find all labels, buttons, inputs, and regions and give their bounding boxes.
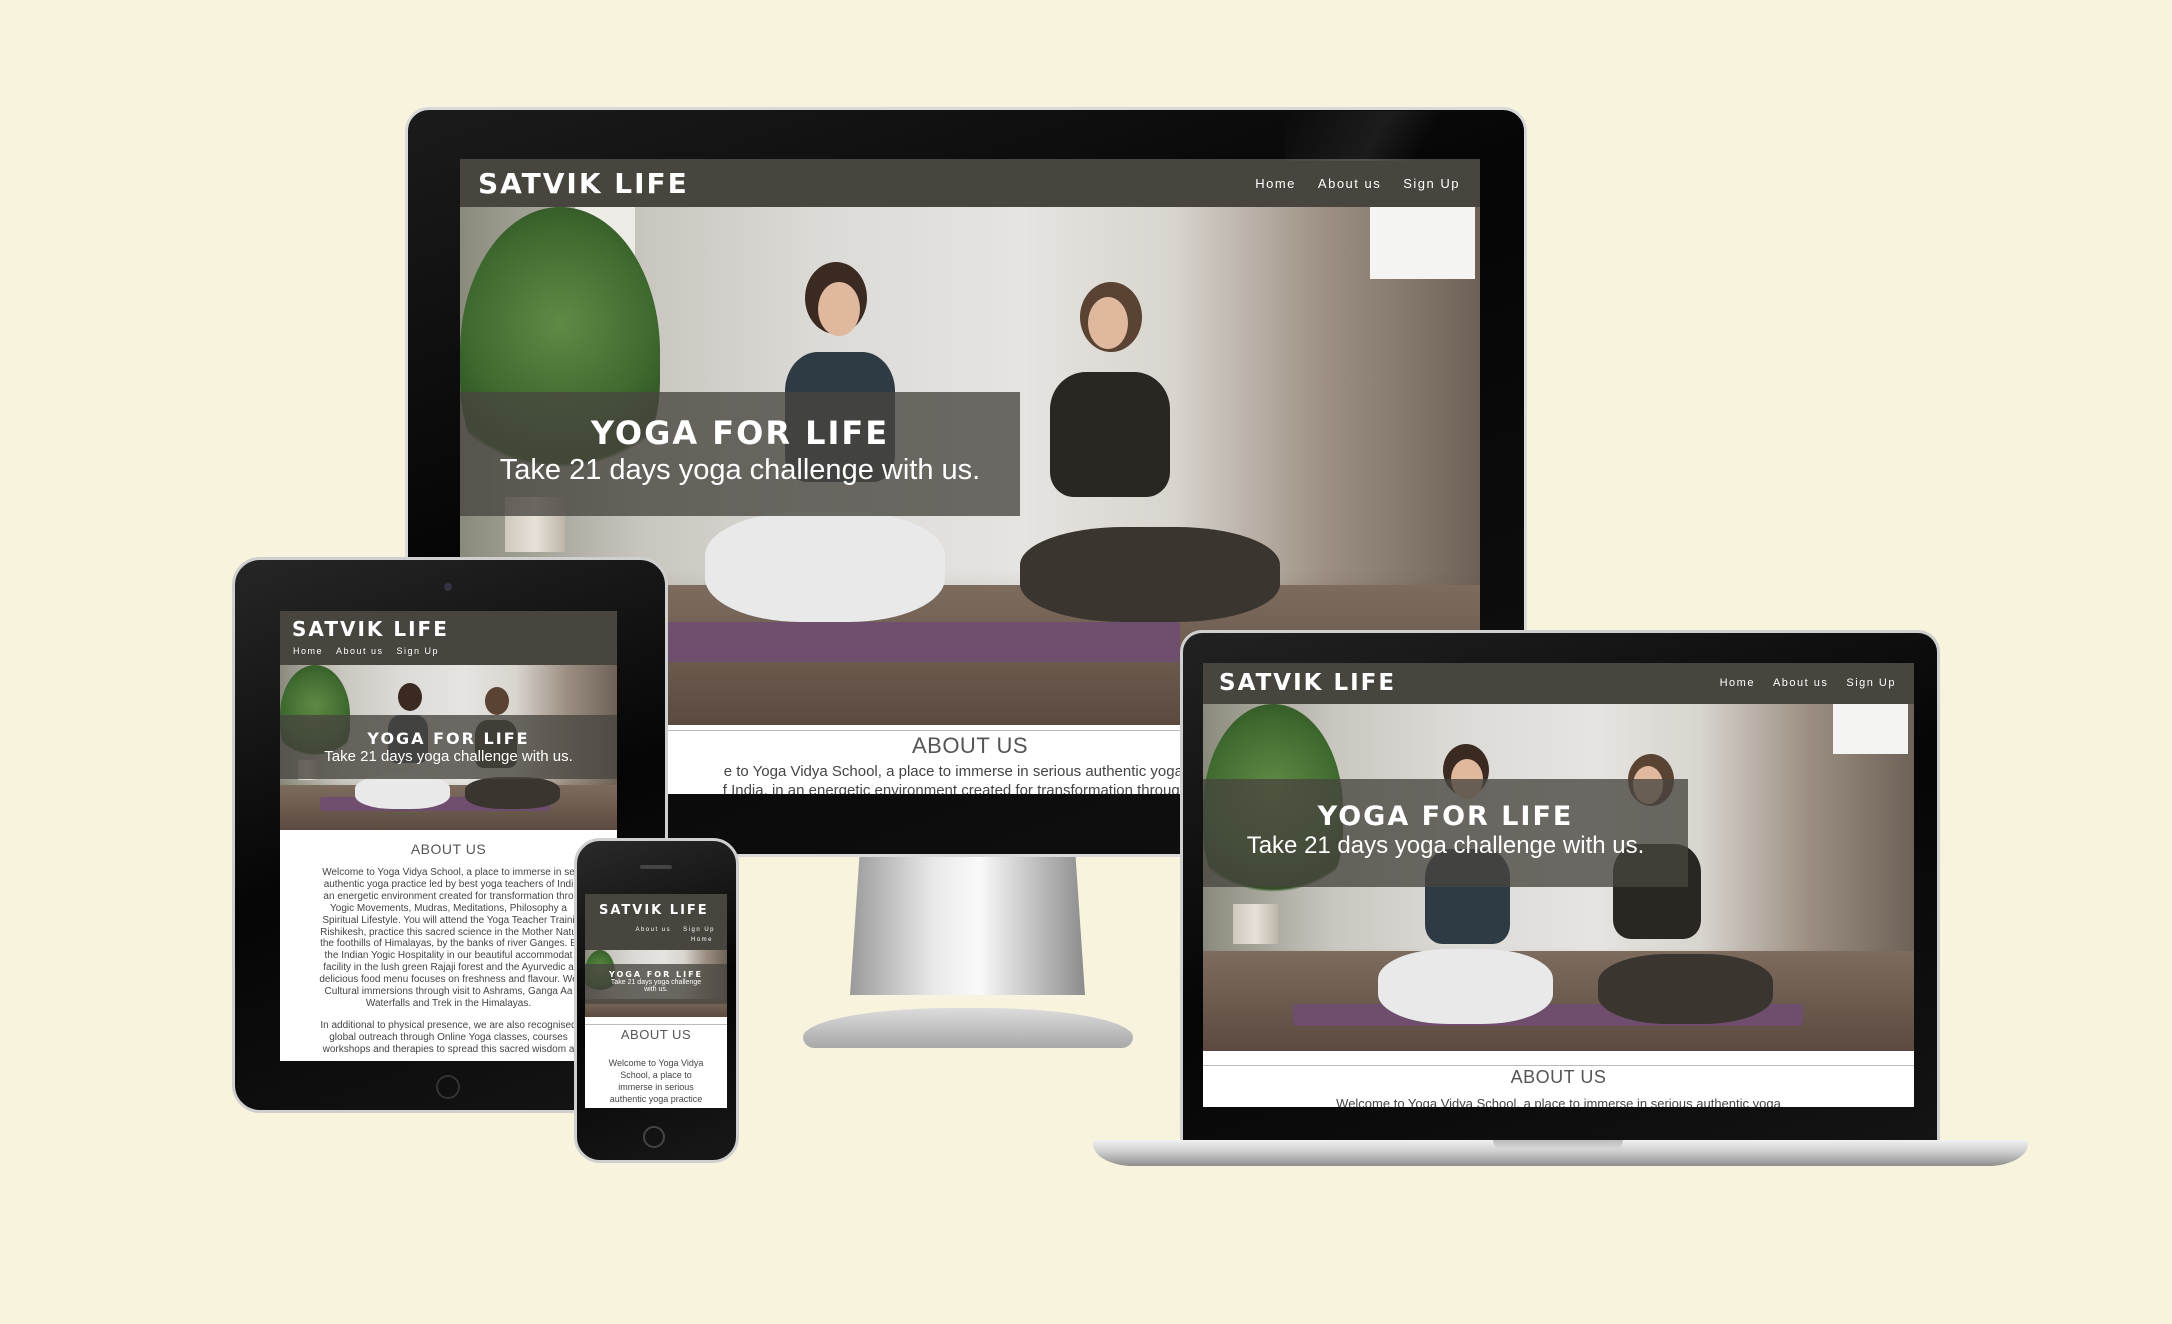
nav-signup[interactable]: Sign Up	[397, 646, 440, 656]
tablet-camera	[444, 583, 452, 591]
about-line: delicious food menu focuses on freshness…	[319, 974, 578, 986]
nav-about[interactable]: About us	[635, 927, 671, 933]
person	[1020, 527, 1280, 622]
divider	[1203, 1065, 1914, 1066]
hero-subtitle: Take 21 days yoga challenge with us.	[1246, 832, 1645, 859]
about-line: authentic yoga practice led by best yoga…	[323, 878, 574, 890]
screen-glare	[1285, 111, 1521, 161]
about-line: global outreach through Online Yoga clas…	[329, 1031, 568, 1043]
phone-speaker	[640, 865, 672, 869]
main-nav: Home About us Sign Up	[293, 646, 439, 656]
tablet-home-button[interactable]	[436, 1075, 460, 1099]
brand-logo[interactable]: SATVIK LIFE	[478, 167, 689, 200]
nav-about[interactable]: About us	[1773, 677, 1828, 689]
about-line: Yogic Movements, Mudras, Meditations, Ph…	[330, 902, 567, 914]
hero-title: YOGA FOR LIFE	[590, 414, 890, 452]
nav-about[interactable]: About us	[336, 646, 384, 656]
person	[1088, 297, 1128, 349]
about-line: the foothills of Himalayas, by the banks…	[320, 938, 577, 950]
hero-title: YOGA FOR LIFE	[367, 729, 530, 748]
about-text: Welcome to Yoga Vidya School, a place to…	[1203, 1096, 1914, 1107]
person	[398, 683, 422, 711]
nav-signup[interactable]: Sign Up	[683, 927, 715, 933]
brand-logo[interactable]: SATVIK LIFE	[1219, 670, 1396, 696]
nav-home[interactable]: Home	[293, 646, 323, 656]
monitor-stand-base	[803, 1008, 1133, 1048]
hero-caption: YOGA FOR LIFE Take 21 days yoga challeng…	[1203, 779, 1688, 887]
about-line: the Indian Yogic Hospitality in our beau…	[324, 950, 573, 962]
hero-subtitle: Take 21 days yoga challenge with us.	[499, 454, 981, 486]
person	[1378, 949, 1553, 1024]
about-line: School, a place to	[620, 1070, 692, 1080]
about-line: Cultural immersions through visit to Ash…	[324, 986, 573, 998]
laptop-notch	[1493, 1140, 1623, 1150]
nav-about[interactable]: About us	[1318, 176, 1381, 191]
hero-title: YOGA FOR LIFE	[608, 970, 704, 979]
about-heading: ABOUT US	[620, 1027, 692, 1042]
about-text: Welcome to Yoga Vidya School, a place to…	[589, 1057, 723, 1105]
about-line: authentic yoga practice	[609, 1094, 703, 1104]
main-nav: Home About us Sign Up	[1255, 176, 1460, 191]
about-line: Welcome to Yoga Vidya	[608, 1058, 704, 1068]
hero-subtitle: Take 21 days yoga challenge with us.	[324, 748, 573, 765]
hero-subtitle: Take 21 days yoga challenge	[610, 979, 702, 986]
hero-title: YOGA FOR LIFE	[1317, 801, 1574, 832]
about-line: an energetic environment created for tra…	[323, 890, 574, 902]
laptop-screen: SATVIK LIFE Home About us Sign Up YOGA F…	[1203, 663, 1914, 1107]
about-text: Welcome to Yoga Vidya School, a place to…	[288, 867, 609, 1056]
site-header: SATVIK LIFE Home About us Sign Up	[460, 159, 1480, 207]
divider	[585, 1024, 727, 1025]
hero-subtitle: with us.	[644, 986, 668, 993]
about-line: workshops and therapies to spread this s…	[322, 1043, 575, 1055]
brand-logo[interactable]: SATVIK LIFE	[599, 903, 709, 918]
hero-caption: YOGA FOR LIFE Take 21 days yoga challeng…	[460, 392, 1020, 516]
site-header: SATVIK LIFE About us Sign Up Home	[585, 894, 727, 950]
nav-home[interactable]: Home	[1720, 677, 1755, 689]
person	[818, 282, 860, 336]
nav-signup[interactable]: Sign Up	[1403, 176, 1460, 191]
window	[1833, 704, 1908, 754]
person	[465, 777, 560, 809]
tablet-screen: SATVIK LIFE Home About us Sign Up YOGA F…	[280, 611, 617, 1061]
about-heading: ABOUT US	[1510, 1067, 1607, 1087]
yoga-mat	[620, 622, 1180, 662]
site-header: SATVIK LIFE Home About us Sign Up	[280, 611, 617, 665]
person	[1598, 954, 1773, 1024]
nav-home[interactable]: Home	[1255, 176, 1296, 191]
person	[355, 775, 450, 809]
hero-caption: YOGA FOR LIFE Take 21 days yoga challeng…	[280, 715, 617, 779]
phone-screen: SATVIK LIFE About us Sign Up Home YOGA F…	[585, 894, 727, 1108]
brand-logo[interactable]: SATVIK LIFE	[292, 617, 449, 641]
main-nav: About us Sign Up	[635, 927, 715, 933]
hero-image: YOGA FOR LIFE Take 21 days yoga challeng…	[1203, 704, 1914, 1051]
about-line: Spiritual Lifestyle. You will attend the…	[322, 914, 575, 926]
main-nav-wrap: Home	[691, 937, 713, 943]
about-line: Rishikesh, practice this sacred science …	[320, 926, 577, 938]
about-line: Welcome to Yoga Vidya School, a place to…	[1336, 1096, 1781, 1107]
window	[1370, 207, 1475, 279]
floor	[1203, 951, 1914, 1051]
about-line: Welcome to Yoga Vidya School, a place to…	[322, 867, 575, 878]
nav-signup[interactable]: Sign Up	[1846, 677, 1896, 689]
person	[1050, 372, 1170, 497]
person	[485, 687, 509, 715]
about-line: facility in the lush green Rajaji forest…	[323, 962, 574, 974]
site-header: SATVIK LIFE Home About us Sign Up	[1203, 663, 1914, 704]
about-heading: ABOUT US	[410, 841, 487, 857]
hero-caption: YOGA FOR LIFE Take 21 days yoga challeng…	[585, 964, 727, 1004]
about-line: immerse in serious	[618, 1082, 694, 1092]
main-nav: Home About us Sign Up	[1720, 677, 1896, 689]
hero-image: YOGA FOR LIFE Take 21 days yoga challeng…	[280, 665, 617, 830]
about-line: In additional to physical presence, we a…	[320, 1019, 577, 1031]
plant-pot	[1233, 904, 1278, 944]
hero-image: YOGA FOR LIFE Take 21 days yoga challeng…	[585, 950, 727, 1017]
nav-home[interactable]: Home	[691, 937, 713, 943]
person	[705, 512, 945, 622]
about-line: Waterfalls and Trek in the Himalayas.	[365, 997, 532, 1009]
phone-home-button[interactable]	[643, 1126, 665, 1148]
monitor-stand	[850, 857, 1085, 995]
